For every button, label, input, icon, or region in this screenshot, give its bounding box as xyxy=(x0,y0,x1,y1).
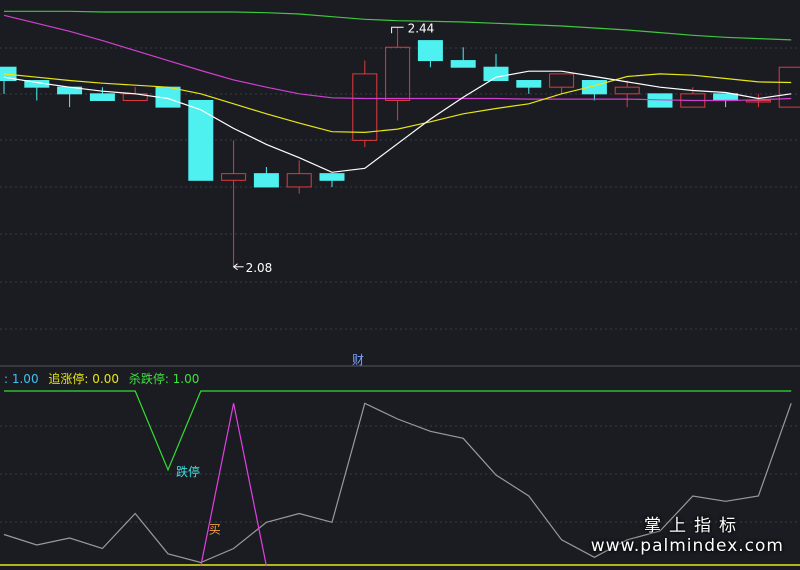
legend-item-chase-limit-up: 追涨停: 0.00 xyxy=(48,372,119,386)
price-annotations: 2.44 2.08 财 xyxy=(232,21,435,367)
candlesticks xyxy=(0,27,800,267)
candle-down xyxy=(417,40,443,62)
candle-down xyxy=(516,80,542,88)
indicator-legend: : 1.00 追涨停: 0.00 杀跌停: 1.00 xyxy=(4,370,205,387)
legend-item-value: : 1.00 xyxy=(4,372,39,386)
osc-green-line xyxy=(4,390,792,472)
candle-down xyxy=(483,66,509,82)
ma-white-line xyxy=(3,70,792,173)
stock-chart: 2.44 2.08 财 跌停买 xyxy=(0,10,800,567)
buy-signal-label: 买 xyxy=(209,523,221,537)
candle-up xyxy=(614,86,640,95)
candle-down xyxy=(188,99,214,181)
watermark-title: 掌上指标 xyxy=(644,516,744,536)
candle-down xyxy=(89,93,115,101)
candle-down xyxy=(253,173,279,188)
limit-down-label: 跌停 xyxy=(176,464,200,479)
watermark: 掌上指标 www.palmindex.com xyxy=(591,511,784,556)
candle-up xyxy=(221,173,247,181)
candle-up xyxy=(385,46,411,101)
legend-item-kill-limit-down: 杀跌停: 1.00 xyxy=(128,372,200,386)
watermark-url: www.palmindex.com xyxy=(590,536,784,556)
candle-down xyxy=(581,80,607,95)
candle-up xyxy=(549,73,575,88)
grid-lines xyxy=(0,47,800,523)
candle-up xyxy=(286,173,312,188)
finance-marker-label: 财 xyxy=(352,353,364,367)
osc-magenta-spike xyxy=(200,403,267,567)
high-price-label: 2.44 xyxy=(408,21,435,35)
candle-up xyxy=(778,66,800,108)
candle-down xyxy=(319,173,345,181)
candle-down xyxy=(450,60,476,68)
low-price-label: 2.08 xyxy=(246,261,273,275)
candle-down xyxy=(713,93,739,101)
candle-up xyxy=(352,73,378,141)
